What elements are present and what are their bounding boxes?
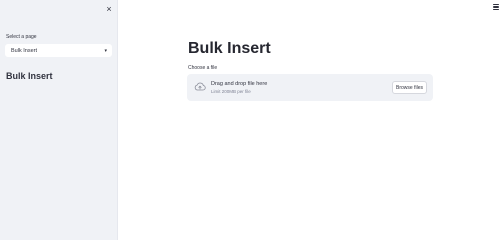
close-icon[interactable]: × xyxy=(104,4,114,14)
cloud-upload-icon xyxy=(194,82,206,91)
page-title: Bulk Insert xyxy=(188,40,271,57)
page-select-label: Select a page xyxy=(6,34,37,40)
file-dropzone[interactable]: Drag and drop file here Limit 200MB per … xyxy=(187,74,433,101)
chevron-down-icon: ▾ xyxy=(104,48,107,54)
sidebar: × Select a page Bulk Insert ▾ Bulk Inser… xyxy=(0,0,118,240)
hamburger-menu-icon[interactable] xyxy=(493,4,499,11)
dropzone-instructions: Drag and drop file here xyxy=(211,81,268,87)
page-select-value: Bulk Insert xyxy=(11,48,37,54)
page-select[interactable]: Bulk Insert ▾ xyxy=(5,44,112,57)
sidebar-title: Bulk Insert xyxy=(6,71,53,81)
dropzone-size-limit: Limit 200MB per file xyxy=(211,89,251,94)
file-uploader-label: Choose a file xyxy=(188,65,218,71)
browse-files-button[interactable]: Browse files xyxy=(392,81,427,94)
app-root: × Select a page Bulk Insert ▾ Bulk Inser… xyxy=(0,0,504,240)
